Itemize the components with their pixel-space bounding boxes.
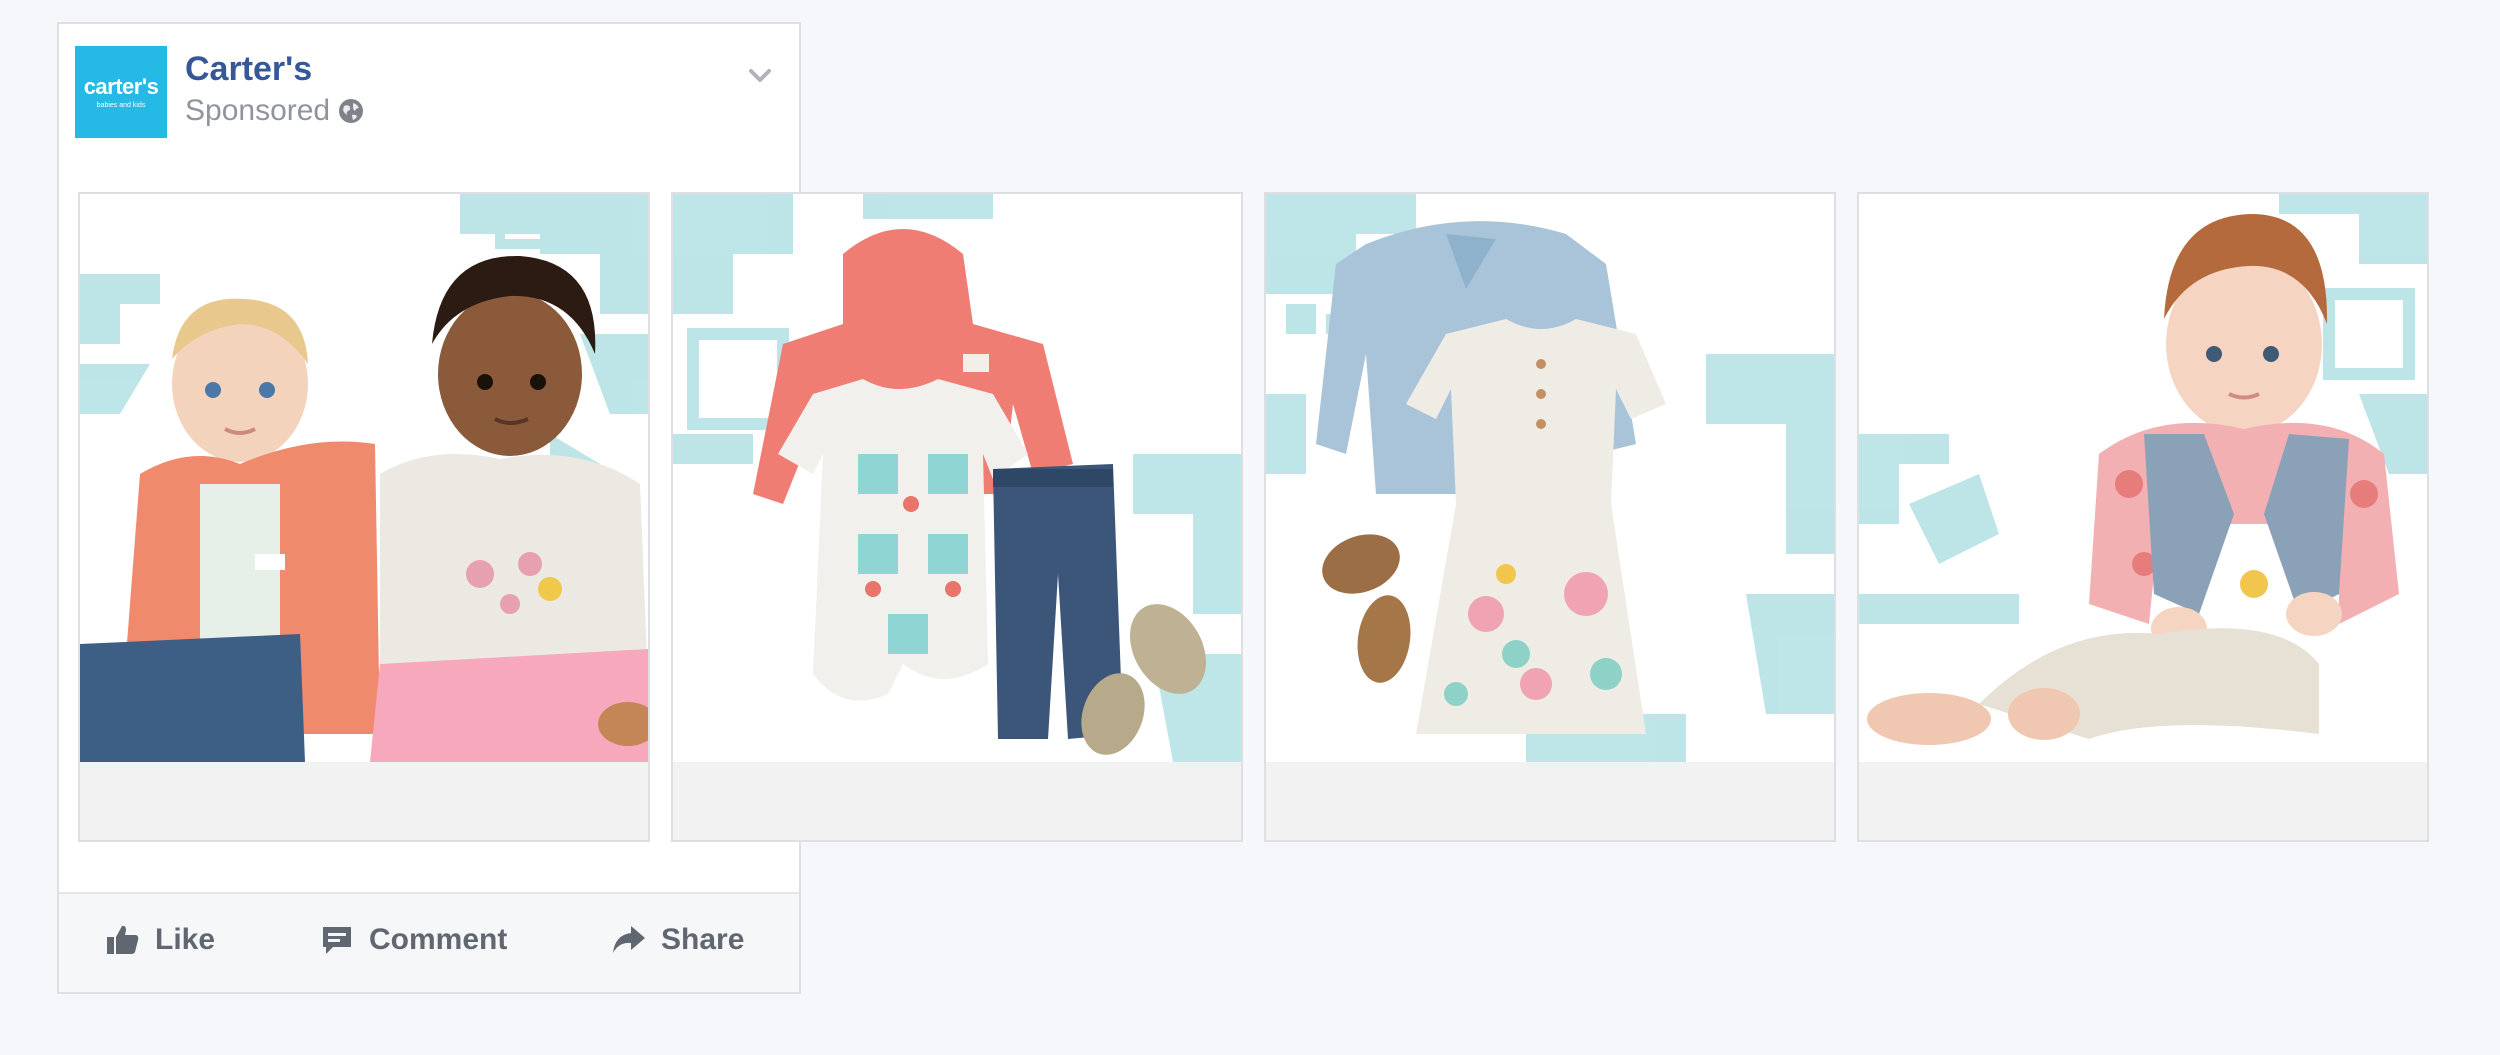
- carousel-card[interactable]: [1264, 192, 1836, 842]
- globe-icon: [339, 99, 364, 123]
- product-image: [80, 194, 648, 762]
- card-footer: [1859, 762, 2427, 840]
- page-avatar[interactable]: carter's babies and kids: [75, 46, 167, 138]
- product-image: [1266, 194, 1834, 762]
- product-image: [673, 194, 1241, 762]
- thumbs-up-icon: [107, 925, 139, 954]
- logo-tagline: babies and kids: [96, 101, 146, 109]
- card-footer: [80, 762, 648, 840]
- carousel-card[interactable]: [1857, 192, 2429, 842]
- page-name-link[interactable]: Carter's: [185, 50, 312, 89]
- comment-icon: [323, 927, 351, 954]
- post-header: carter's babies and kids Carter's Sponso…: [59, 24, 799, 154]
- outfit-flatlay-hoodie: [673, 194, 1241, 762]
- carousel-card[interactable]: [78, 192, 650, 842]
- carousel-card[interactable]: [671, 192, 1243, 842]
- baby-in-vest-photo: [1859, 194, 2427, 745]
- chevron-down-icon[interactable]: [747, 62, 773, 88]
- outfit-flatlay-dress: [1266, 194, 1834, 762]
- product-image: [1859, 194, 2427, 762]
- comment-label: Comment: [369, 923, 508, 956]
- logo-wordmark: carter's: [83, 73, 159, 99]
- like-label: Like: [155, 923, 216, 956]
- like-button[interactable]: Like: [105, 916, 215, 964]
- sponsored-row: Sponsored: [185, 94, 364, 128]
- share-label: Share: [661, 923, 745, 956]
- action-bar: Like Comment Share: [59, 892, 799, 992]
- card-footer: [673, 762, 1241, 840]
- sponsored-label[interactable]: Sponsored: [185, 94, 330, 128]
- two-babies-photo: [80, 194, 648, 762]
- share-arrow-icon: [613, 926, 645, 953]
- comment-button[interactable]: Comment: [319, 916, 507, 964]
- share-button[interactable]: Share: [611, 916, 744, 964]
- card-footer: [1266, 762, 1834, 840]
